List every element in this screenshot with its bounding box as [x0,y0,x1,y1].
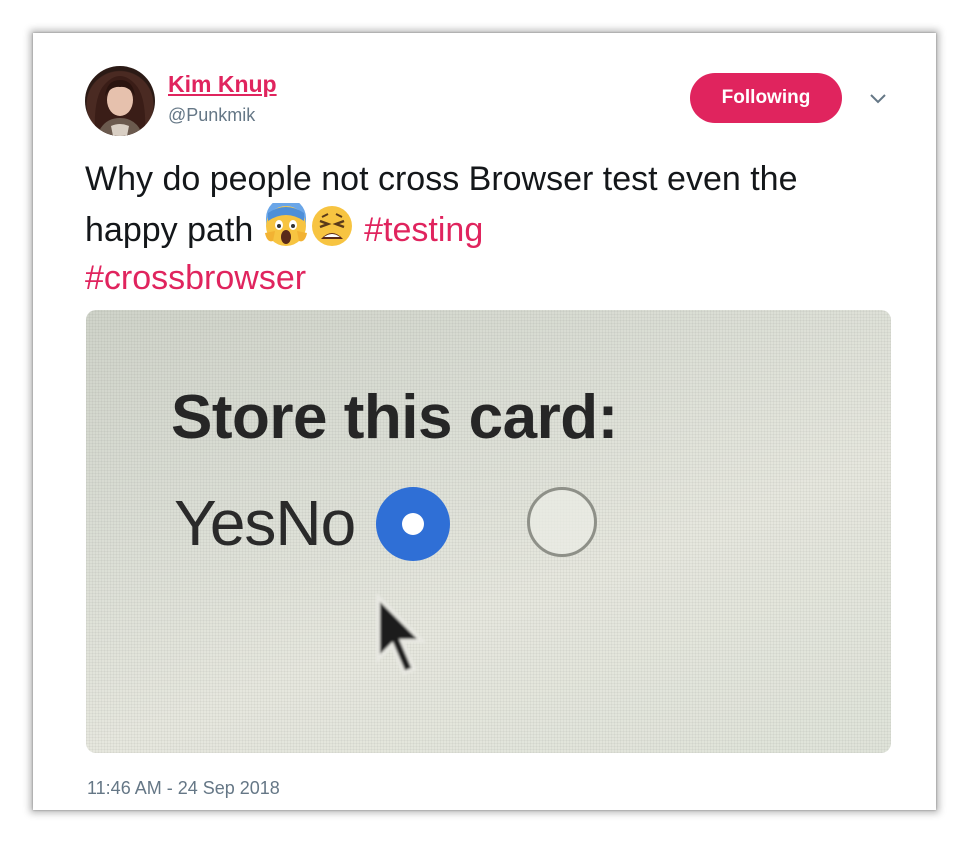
avatar[interactable] [85,66,155,136]
mouse-cursor-icon [374,592,427,679]
photo-radio-empty-icon [527,487,597,557]
tweet-media-photo[interactable]: Store this card: YesNo [86,310,891,753]
photo-heading-text: Store this card: [171,383,618,452]
photo-options-text: YesNo [174,487,356,559]
tweet-timestamp[interactable]: 11:46 AM - 24 Sep 2018 [87,778,280,799]
user-name-link[interactable]: Kim Knup [168,71,277,98]
hashtag-crossbrowser-link[interactable]: #crossbrowser [85,259,306,297]
user-handle: @Punkmik [168,105,256,125]
tweet-card: Kim Knup @Punkmik Following Why do peopl… [33,33,936,810]
photo-radio-selected-icon [376,487,450,561]
following-button[interactable]: Following [690,73,842,123]
face-screaming-in-fear-icon [263,198,309,249]
chevron-down-icon[interactable] [868,91,888,107]
hashtag-testing-link[interactable]: #testing [364,211,483,249]
tweet-text: Why do people not cross Browser test eve… [85,155,885,302]
weary-face-icon [309,203,355,249]
